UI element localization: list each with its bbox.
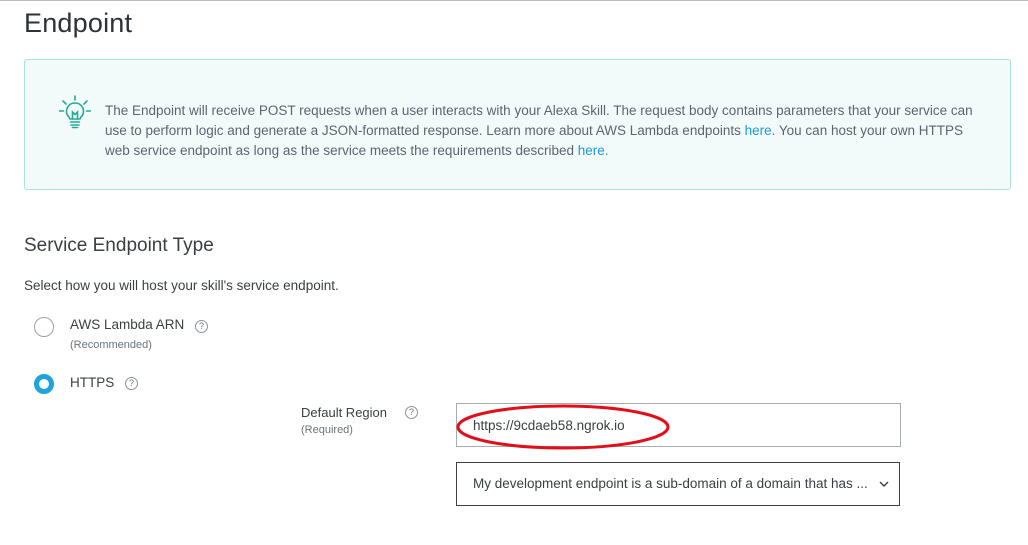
page-title: Endpoint	[24, 8, 133, 38]
help-icon[interactable]: ?	[405, 406, 418, 419]
radio-https[interactable]	[34, 374, 54, 394]
radio-label-https[interactable]: HTTPS	[70, 375, 114, 390]
ssl-certificate-select[interactable]: My development endpoint is a sub-domain …	[456, 462, 900, 506]
lightbulb-icon	[59, 95, 91, 129]
radio-aws-lambda[interactable]	[34, 317, 54, 337]
ssl-certificate-selected-value: My development endpoint is a sub-domain …	[473, 476, 868, 491]
chevron-down-icon	[879, 481, 889, 487]
section-description: Select how you will host your skill's se…	[24, 278, 339, 293]
info-text: The Endpoint will receive POST requests …	[105, 101, 985, 161]
help-icon[interactable]: ?	[125, 377, 138, 390]
help-icon[interactable]: ?	[195, 320, 208, 333]
radio-sublabel-aws-lambda: (Recommended)	[70, 339, 152, 351]
default-region-label: Default Region	[301, 405, 387, 420]
radio-label-aws-lambda[interactable]: AWS Lambda ARN	[70, 317, 184, 332]
lambda-docs-link[interactable]: here	[745, 123, 772, 138]
info-callout: The Endpoint will receive POST requests …	[24, 59, 1011, 190]
default-region-url-input[interactable]	[456, 403, 901, 447]
default-region-required: (Required)	[301, 424, 353, 436]
https-requirements-link[interactable]: here.	[578, 143, 609, 158]
top-divider	[0, 0, 1028, 1]
section-title: Service Endpoint Type	[24, 235, 214, 256]
endpoint-page: Endpoint The Endpoint will receive POST …	[0, 0, 1028, 545]
